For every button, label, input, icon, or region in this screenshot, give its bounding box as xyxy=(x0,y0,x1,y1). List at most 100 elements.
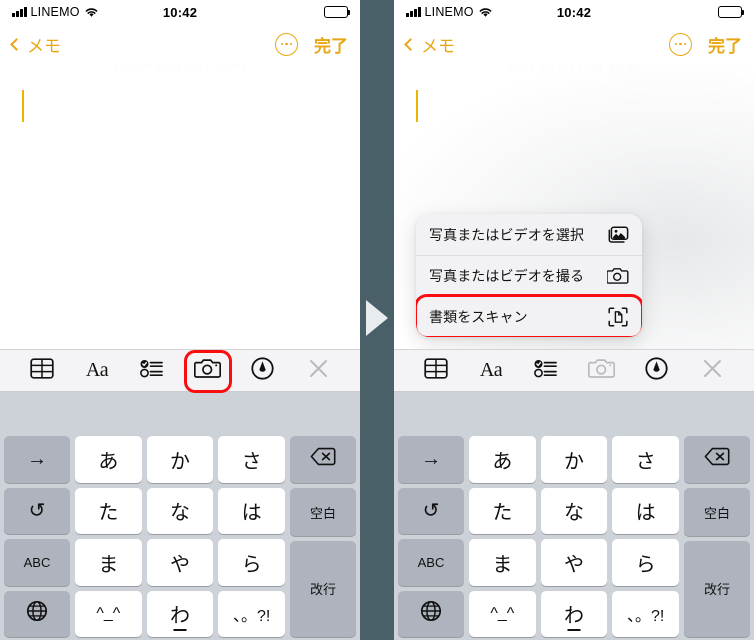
key-ra[interactable]: ら xyxy=(612,539,680,586)
key-delete[interactable] xyxy=(290,436,356,484)
camera-button[interactable] xyxy=(582,354,622,388)
menu-item-take-photo-video[interactable]: 写真またはビデオを撮る xyxy=(416,255,642,296)
close-button[interactable] xyxy=(692,354,732,388)
keyboard-right: → ↺ ABC あ か さ た な は ま や ら ^_^ わ 、。?! 空白 … xyxy=(394,392,754,640)
key-punctuation[interactable]: 、。?! xyxy=(218,590,286,637)
key-ma[interactable]: ま xyxy=(75,539,142,586)
more-ellipsis-circle-icon[interactable] xyxy=(275,32,298,56)
key-ta[interactable]: た xyxy=(469,487,536,534)
note-body-left[interactable]: 2022年10月30日 10:41 xyxy=(0,64,360,349)
key-arrow-right[interactable]: → xyxy=(398,436,464,483)
text-caret xyxy=(416,90,419,122)
keyboard-keys: → ↺ ABC あ か さ た な は ま や ら ^_^ わ 、。?! 空白 … xyxy=(394,436,754,640)
step-arrow-right-icon xyxy=(366,300,388,336)
close-icon xyxy=(702,358,723,384)
phone-screenshot-right: LINEMO 10:42 メモ 完了 2022年10月30日 10:41 写真ま… xyxy=(394,0,754,640)
text-format-icon: Aa xyxy=(85,359,109,381)
globe-icon xyxy=(420,600,442,628)
document-scan-icon xyxy=(607,306,629,328)
note-body-right[interactable]: 2022年10月30日 10:41 写真またはビデオを選択 写真またはビデオを撮… xyxy=(394,64,754,349)
keyboard-center-columns: あ か さ た な は ま や ら ^_^ わ 、。?! xyxy=(75,436,286,637)
close-button[interactable] xyxy=(298,354,338,388)
status-time: 10:42 xyxy=(556,4,592,20)
key-emoticon[interactable]: ^_^ xyxy=(469,590,536,637)
key-return[interactable]: 改行 xyxy=(684,540,750,637)
key-ma[interactable]: ま xyxy=(469,539,536,586)
keyboard-suggestion-bar[interactable] xyxy=(0,392,360,436)
key-wa[interactable]: わ xyxy=(146,590,214,637)
markup-pen-button[interactable] xyxy=(243,354,283,388)
key-undo[interactable]: ↺ xyxy=(398,487,464,534)
key-na[interactable]: な xyxy=(146,487,214,534)
key-undo[interactable]: ↺ xyxy=(4,487,70,534)
key-ha[interactable]: は xyxy=(218,487,286,534)
done-button[interactable]: 完了 xyxy=(708,32,742,57)
checklist-button[interactable] xyxy=(526,354,566,388)
chevron-left-icon xyxy=(10,37,23,51)
key-delete[interactable] xyxy=(684,436,750,484)
key-ka[interactable]: か xyxy=(540,436,608,483)
table-button[interactable] xyxy=(416,354,456,388)
photo-library-icon xyxy=(607,224,629,246)
key-sa[interactable]: さ xyxy=(612,436,680,483)
key-space[interactable]: 空白 xyxy=(290,488,356,536)
table-icon xyxy=(424,357,448,384)
keyboard-grid: → ↺ ABC あ か さ た な は ま や ら ^_^ わ 、。?! 空白 … xyxy=(398,436,750,637)
close-icon xyxy=(308,358,329,384)
status-right-group xyxy=(718,6,745,18)
key-ha[interactable]: は xyxy=(612,487,680,534)
key-wa[interactable]: わ xyxy=(540,590,608,637)
status-bar-right: LINEMO 10:42 xyxy=(394,0,754,24)
menu-item-label: 写真またはビデオを選択 xyxy=(429,226,585,243)
key-ka[interactable]: か xyxy=(146,436,214,483)
text-format-icon: Aa xyxy=(479,359,503,381)
key-ta[interactable]: た xyxy=(75,487,142,534)
key-na[interactable]: な xyxy=(540,487,608,534)
status-right-group xyxy=(324,6,351,18)
key-arrow-right[interactable]: → xyxy=(4,436,70,483)
keyboard-suggestion-bar[interactable] xyxy=(394,392,754,436)
back-button-label: メモ xyxy=(421,36,455,56)
text-format-button[interactable]: Aa xyxy=(471,354,511,388)
keyboard-grid: → ↺ ABC あ か さ た な は ま や ら ^_^ わ 、。?! 空白 … xyxy=(4,436,356,637)
checklist-button[interactable] xyxy=(132,354,172,388)
key-ra[interactable]: ら xyxy=(218,539,286,586)
menu-item-label: 写真またはビデオを撮る xyxy=(429,268,585,284)
key-abc[interactable]: ABC xyxy=(398,539,464,586)
key-punctuation[interactable]: 、。?! xyxy=(612,590,680,637)
note-date-label: 2022年10月30日 10:41 xyxy=(506,64,642,73)
delete-backspace-icon xyxy=(310,447,336,472)
key-globe[interactable] xyxy=(4,590,70,637)
text-format-button[interactable]: Aa xyxy=(77,354,117,388)
camera-icon xyxy=(194,358,222,384)
editor-toolbar-right: Aa xyxy=(394,349,754,392)
nav-bar-right: メモ 完了 xyxy=(394,24,754,64)
keyboard-center-columns: あ か さ た な は ま や ら ^_^ わ 、。?! xyxy=(469,436,680,637)
delete-backspace-icon xyxy=(704,447,730,472)
key-sa[interactable]: さ xyxy=(218,436,286,483)
checklist-icon xyxy=(534,358,558,384)
menu-item-scan-document[interactable]: 書類をスキャン xyxy=(416,294,642,337)
key-ya[interactable]: や xyxy=(146,539,214,586)
key-return[interactable]: 改行 xyxy=(290,540,356,637)
key-ya[interactable]: や xyxy=(540,539,608,586)
markup-pen-button[interactable] xyxy=(637,354,677,388)
done-button[interactable]: 完了 xyxy=(314,32,348,57)
markup-pen-icon xyxy=(645,356,669,385)
status-bar-left: LINEMO 10:42 xyxy=(0,0,360,24)
key-emoticon[interactable]: ^_^ xyxy=(75,590,142,637)
key-a[interactable]: あ xyxy=(469,436,536,483)
camera-button[interactable] xyxy=(183,349,232,393)
more-ellipsis-circle-icon[interactable] xyxy=(669,32,692,56)
key-space[interactable]: 空白 xyxy=(684,488,750,536)
key-a[interactable]: あ xyxy=(75,436,142,483)
key-abc[interactable]: ABC xyxy=(4,539,70,586)
back-button[interactable]: メモ xyxy=(404,32,455,57)
battery-icon xyxy=(718,6,745,18)
back-button[interactable]: メモ xyxy=(10,32,61,57)
table-button[interactable] xyxy=(22,354,62,388)
key-globe[interactable] xyxy=(398,590,464,637)
menu-item-choose-photo-video[interactable]: 写真またはビデオを選択 xyxy=(416,214,642,255)
nav-right-group: 完了 xyxy=(275,32,348,57)
menu-item-label: 書類をスキャン xyxy=(429,309,528,325)
